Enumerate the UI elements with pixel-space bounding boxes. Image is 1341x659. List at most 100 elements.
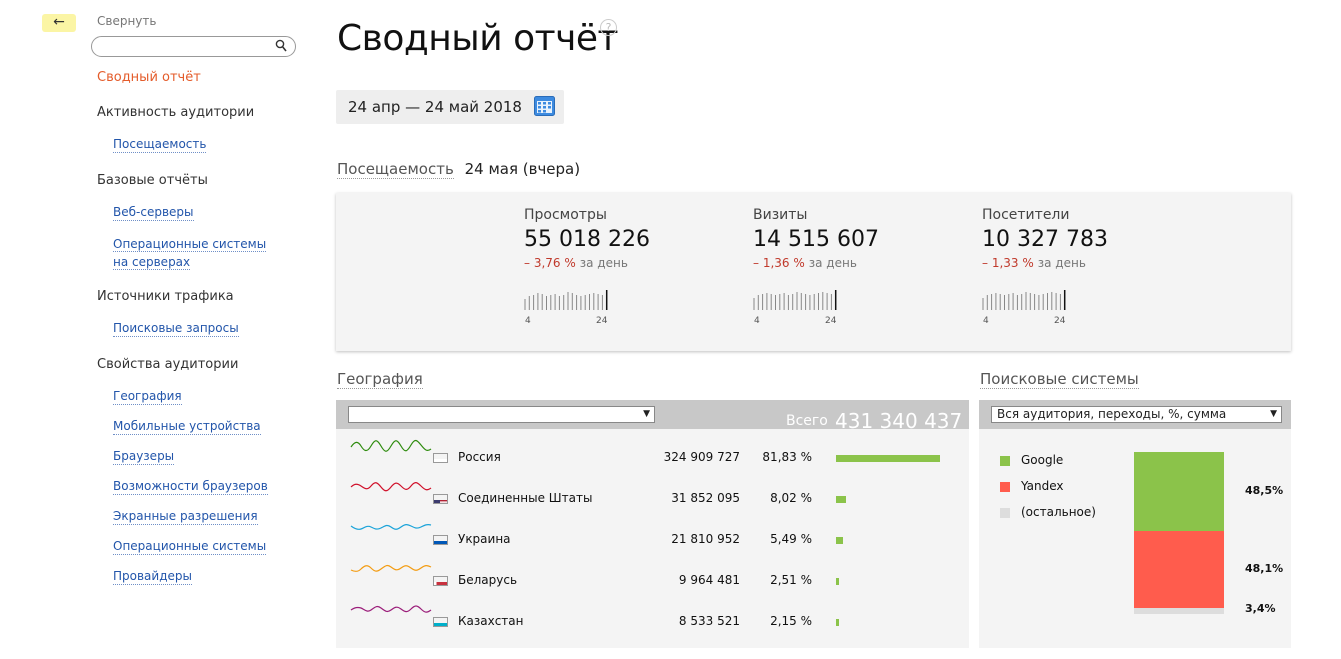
sidebar-item-summary[interactable]: Сводный отчёт (97, 70, 201, 85)
spark-tick-end: 24 (825, 316, 837, 326)
visits-report-link[interactable]: Посещаемость (337, 160, 454, 179)
country-sparkline (350, 564, 432, 572)
sidebar-section-8: Свойства аудитории (97, 357, 239, 372)
sidebar-link-13[interactable]: Экранные разрешения (113, 509, 258, 525)
flag-icon (433, 453, 448, 463)
calendar-icon[interactable] (534, 96, 555, 116)
stat-label: Просмотры (524, 207, 607, 223)
total-value: 431 340 437 (835, 409, 963, 433)
table-row[interactable]: Беларусь 9 964 481 2,51 % (336, 564, 969, 606)
sidebar-link-11[interactable]: Браузеры (113, 449, 175, 465)
spark-tick-start: 4 (983, 316, 989, 326)
spark-tick-start: 4 (754, 316, 760, 326)
chevron-down-icon: ▼ (1270, 409, 1277, 419)
sidebar-section-6: Источники трафика (97, 289, 234, 304)
stat-sparkline (982, 290, 1066, 310)
country-share: 8,02 % (770, 491, 812, 505)
page-title: Сводный отчёт (337, 18, 618, 59)
sidebar-link-5[interactable]: Операционные системы на серверах (113, 235, 267, 271)
country-share: 5,49 % (770, 532, 812, 546)
delta-period: за день (1037, 256, 1086, 270)
share-bar (836, 537, 843, 544)
collapse-sidebar-link[interactable]: Свернуть (97, 14, 156, 28)
sidebar-link-4[interactable]: Веб-серверы (113, 205, 194, 221)
stat-label: Визиты (753, 207, 808, 223)
search-engines-toolbar: Вся аудитория, переходы, %, сумма ▼ (979, 400, 1291, 429)
sidebar-link-line1: Операционные системы (113, 237, 267, 252)
country-sparkline (350, 605, 432, 613)
sidebar-link-2[interactable]: Посещаемость (113, 137, 207, 153)
stat-2: Посетители 10 327 783 – 1,33 % за день (982, 207, 1182, 270)
sidebar-link-15[interactable]: Провайдеры (113, 569, 192, 585)
stacked-bar-segment (1134, 530, 1224, 609)
date-range-text: 24 апр — 24 май 2018 (348, 98, 522, 116)
sidebar-link-12[interactable]: Возможности браузеров (113, 479, 268, 495)
stat-delta: – 3,76 % за день (524, 256, 724, 270)
geography-report-link[interactable]: География (337, 370, 423, 389)
country-visits: 31 852 095 (671, 491, 740, 505)
segment-share-label: 3,4% (1245, 602, 1276, 615)
sidebar-link-7[interactable]: Поисковые запросы (113, 321, 239, 337)
search-engines-select[interactable]: Вся аудитория, переходы, %, сумма ▼ (991, 406, 1282, 423)
country-share: 81,83 % (762, 450, 812, 464)
stat-label: Посетители (982, 207, 1070, 223)
help-icon[interactable]: ? (600, 19, 617, 36)
sidebar-link-line2: на серверах (113, 255, 191, 270)
country-sparkline (350, 482, 432, 492)
table-row[interactable]: Россия 324 909 727 81,83 % (336, 439, 969, 483)
share-bar (836, 578, 839, 585)
legend-swatch (1000, 482, 1010, 492)
legend-label: Google (1021, 453, 1064, 467)
total-label: Всего (786, 413, 828, 429)
sidebar-link-10[interactable]: Мобильные устройства (113, 419, 261, 435)
country-name: Украина (458, 532, 511, 546)
delta-period: за день (808, 256, 857, 270)
table-row[interactable]: Казахстан 8 533 521 2,15 % (336, 605, 969, 647)
share-bar (836, 619, 839, 626)
country-share: 2,15 % (770, 614, 812, 628)
sidebar-link-14[interactable]: Операционные системы (113, 539, 267, 555)
stat-sparkline (753, 290, 837, 310)
segment-share-label: 48,5% (1245, 484, 1284, 497)
country-visits: 9 964 481 (678, 573, 740, 587)
stat-delta: – 1,36 % за день (753, 256, 953, 270)
date-range-picker[interactable]: 24 апр — 24 май 2018 (336, 90, 564, 124)
sidebar-section-3: Базовые отчёты (97, 173, 208, 188)
delta-value: – 3,76 % (524, 256, 576, 270)
delta-period: за день (579, 256, 628, 270)
search-engines-report-link[interactable]: Поисковые системы (980, 370, 1139, 389)
flag-icon (433, 535, 448, 545)
table-row[interactable]: Украина 21 810 952 5,49 % (336, 524, 969, 565)
search-icon[interactable] (275, 39, 287, 53)
search-engines-select-value: Вся аудитория, переходы, %, сумма (997, 407, 1227, 421)
search-engines-widget: Вся аудитория, переходы, %, сумма ▼ Goog… (979, 400, 1291, 648)
country-sparkline (350, 524, 432, 530)
flag-icon (433, 494, 448, 504)
country-name: Беларусь (458, 573, 518, 587)
visits-summary-card: Просмотры 55 018 226– 3,76 % за день 4 24 Виз… (336, 193, 1291, 351)
country-name: Россия (458, 450, 501, 464)
flag-icon (433, 617, 448, 627)
stat-delta: – 1,33 % за день (982, 256, 1182, 270)
table-row[interactable]: Соединенные Штаты 31 852 095 8,02 % (336, 482, 969, 524)
stat-1: Визиты 14 515 607 – 1,36 % за день (753, 207, 953, 270)
geography-select[interactable]: ▼ (348, 406, 655, 423)
share-bar (836, 496, 846, 503)
country-visits: 21 810 952 (671, 532, 740, 546)
legend-label: Yandex (1021, 479, 1064, 493)
spark-tick-end: 24 (1054, 316, 1066, 326)
stat-sparkline (524, 290, 608, 310)
legend-swatch (1000, 508, 1010, 518)
chevron-down-icon: ▼ (643, 409, 650, 419)
spark-tick-start: 4 (525, 316, 531, 326)
stacked-bar (1134, 452, 1224, 614)
back-button[interactable]: ← (42, 14, 76, 32)
sidebar-link-9[interactable]: География (113, 389, 182, 405)
flag-icon (433, 576, 448, 586)
visits-date: 24 мая (вчера) (464, 160, 581, 178)
country-sparkline (350, 439, 432, 452)
country-name: Соединенные Штаты (458, 491, 593, 505)
search-input[interactable] (91, 36, 296, 57)
legend-label: (остальное) (1021, 505, 1096, 519)
geography-widget: ▼ Всего 431 340 437 Россия 324 909 727 81,… (336, 400, 969, 648)
